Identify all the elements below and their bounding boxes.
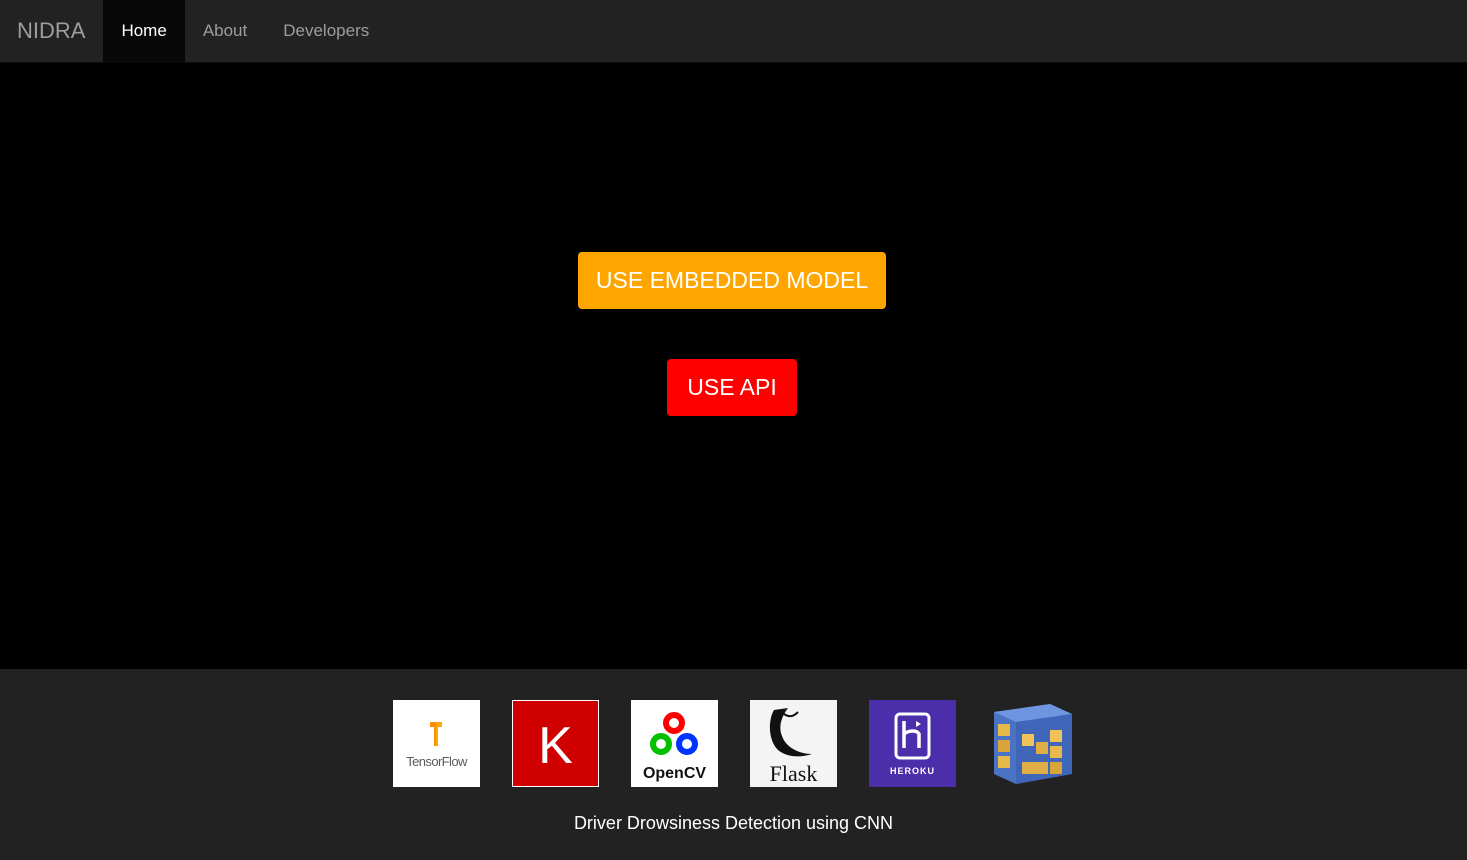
flask-label: Flask [770,761,818,786]
brand-link[interactable]: NIDRA [0,0,103,62]
nav-about[interactable]: About [185,0,265,62]
footer-caption: Driver Drowsiness Detection using CNN [573,813,894,833]
heroku-label: HEROKU [890,766,935,776]
tech-logos: TensorFlow K OpenCV Flask HEROKU [393,700,1075,787]
heroku-logo: HEROKU [869,700,956,787]
use-api-button[interactable]: USE API [667,359,797,416]
main-content: USE EMBEDDED MODEL USE API [0,63,1467,669]
numpy-logo [988,700,1075,787]
nav-home[interactable]: Home [103,0,185,62]
keras-letter: K [538,717,573,775]
navbar: NIDRA Home About Developers [0,0,1467,63]
tensorflow-label: TensorFlow [406,754,468,769]
tensorflow-logo: TensorFlow [393,700,480,787]
nav-developers[interactable]: Developers [265,0,387,62]
keras-logo: K [512,700,599,787]
use-embedded-model-button[interactable]: USE EMBEDDED MODEL [578,252,886,309]
flask-logo: Flask [750,700,837,787]
footer: TensorFlow K OpenCV Flask HEROKU Driver … [0,669,1467,860]
opencv-logo: OpenCV [631,700,718,787]
opencv-label: OpenCV [643,765,706,782]
